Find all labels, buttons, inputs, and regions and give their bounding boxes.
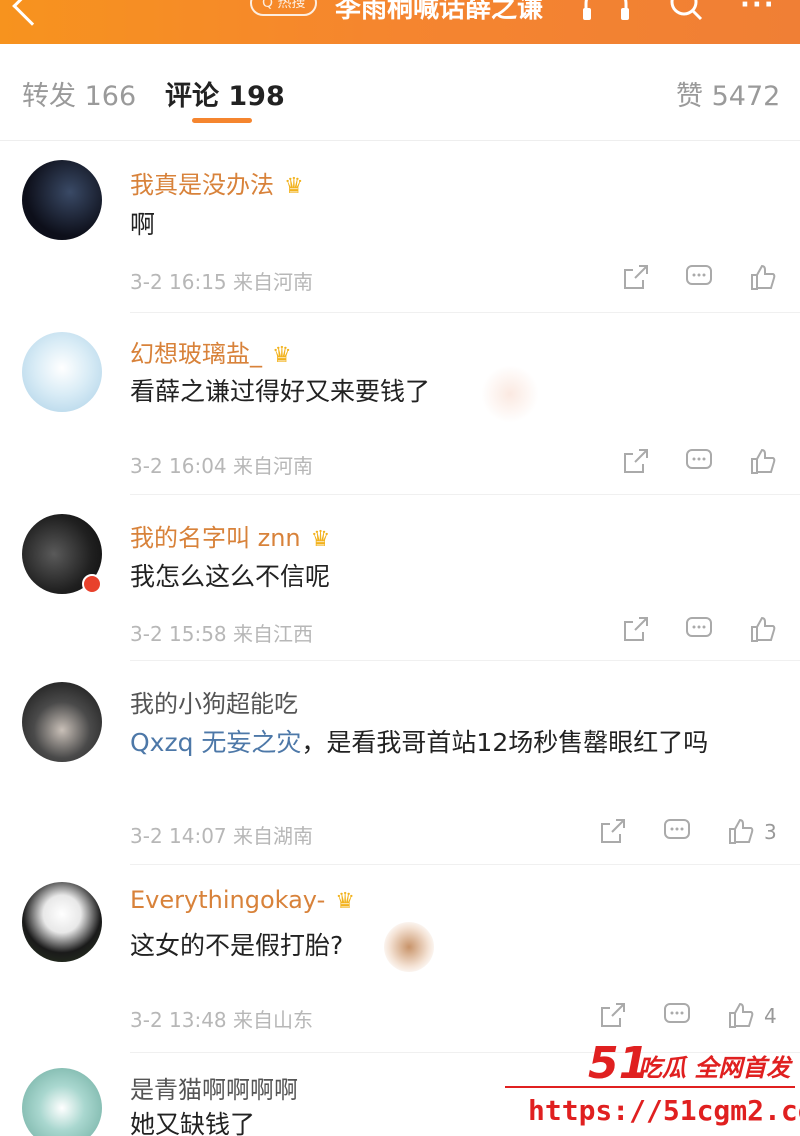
comment-meta: 3-2 16:04 来自河南 <box>130 454 314 478</box>
share-icon[interactable] <box>621 262 651 292</box>
comment-username[interactable]: 我真是没办法 ♛ <box>130 165 304 200</box>
avatar[interactable] <box>22 514 102 594</box>
tab-bar: 转发 166 评论 198 赞 5472 <box>0 70 800 130</box>
comment-username[interactable]: 我的名字叫 znn ♛ <box>130 518 330 553</box>
username-text[interactable]: 我的名字叫 znn <box>130 524 301 552</box>
comment-text: 啊 <box>130 210 156 239</box>
share-icon[interactable] <box>621 446 651 476</box>
like-count: 4 <box>764 1004 777 1028</box>
comment-username[interactable]: 是青猫啊啊啊啊 <box>130 1070 298 1105</box>
trending-badge[interactable]: Q 热搜 <box>250 0 318 16</box>
share-icon[interactable] <box>598 816 628 846</box>
comment-username[interactable]: 幻想玻璃盐_ ♛ <box>130 334 292 369</box>
comment-meta: 3-2 15:58 来自江西 <box>130 622 314 646</box>
avatar[interactable] <box>22 682 102 762</box>
crown-icon: ♛ <box>272 343 292 368</box>
headphone-icon <box>583 0 629 20</box>
comment-meta: 3-2 13:48 来自山东 <box>130 1008 314 1032</box>
comment-body: ，是看我哥首站12场秒售罄眼红了吗 <box>301 728 709 757</box>
mention-link[interactable]: Qxzq 无妄之灾 <box>130 728 301 757</box>
tab-likes[interactable]: 赞 5472 <box>676 74 780 113</box>
comment-text: 这女的不是假打胎? <box>130 931 344 960</box>
username-text[interactable]: 幻想玻璃盐_ <box>130 340 262 368</box>
reply-icon[interactable] <box>684 446 714 476</box>
avatar[interactable] <box>22 332 102 412</box>
like-icon[interactable] <box>748 614 778 644</box>
comment-meta: 3-2 16:15 来自河南 <box>130 270 314 294</box>
username-text[interactable]: Everythingokay- <box>130 886 325 914</box>
watermark-line <box>505 1086 795 1088</box>
comment-separator <box>130 494 800 495</box>
comment-username[interactable]: Everythingokay- ♛ <box>130 886 355 914</box>
share-icon[interactable] <box>598 1000 628 1030</box>
search-icon[interactable] <box>668 0 704 24</box>
tab-active-indicator <box>192 118 252 123</box>
top-bar: Q 热搜 李雨桐喊话薛之谦 ··· <box>0 0 800 44</box>
comment-separator <box>130 864 800 865</box>
comment-separator <box>130 312 800 313</box>
comment-text: Qxzq 无妄之灾，是看我哥首站12场秒售罄眼红了吗 <box>130 722 770 764</box>
username-text[interactable]: 我真是没办法 <box>130 171 274 199</box>
sticker-image <box>384 922 434 972</box>
comment-separator <box>130 660 800 661</box>
like-icon[interactable] <box>726 1000 756 1030</box>
vip-badge-icon <box>82 574 102 594</box>
reply-icon[interactable] <box>662 1000 692 1030</box>
like-count: 3 <box>764 820 777 844</box>
avatar[interactable] <box>22 160 102 240</box>
reply-icon[interactable] <box>684 262 714 292</box>
watermark-url: https://51cgm2.com <box>528 1094 800 1127</box>
crown-icon: ♛ <box>310 527 331 552</box>
comment-username[interactable]: 我的小狗超能吃 <box>130 684 298 719</box>
reply-icon[interactable] <box>662 816 692 846</box>
tab-comments[interactable]: 评论 198 <box>165 74 285 113</box>
topic-title: 李雨桐喊话薛之谦 <box>335 0 544 24</box>
divider <box>0 140 800 141</box>
back-arrow-icon[interactable] <box>12 0 52 26</box>
like-icon[interactable] <box>726 816 756 846</box>
watermark-tag: 吃瓜 全网首发 <box>638 1054 791 1082</box>
avatar[interactable] <box>22 882 102 962</box>
like-icon[interactable] <box>748 262 778 292</box>
sticker-image <box>480 366 540 422</box>
crown-icon: ♛ <box>335 889 355 914</box>
like-icon[interactable] <box>748 446 778 476</box>
comment-text: 看薛之谦过得好又来要钱了 <box>130 377 431 406</box>
more-icon[interactable]: ··· <box>740 0 776 20</box>
reply-icon[interactable] <box>684 614 714 644</box>
comment-text: 我怎么这么不信呢 <box>130 562 331 591</box>
tab-reposts[interactable]: 转发 166 <box>22 74 136 113</box>
comment-meta: 3-2 14:07 来自湖南 <box>130 824 314 848</box>
share-icon[interactable] <box>621 614 651 644</box>
listen-button[interactable] <box>580 0 632 22</box>
crown-icon: ♛ <box>284 174 304 199</box>
